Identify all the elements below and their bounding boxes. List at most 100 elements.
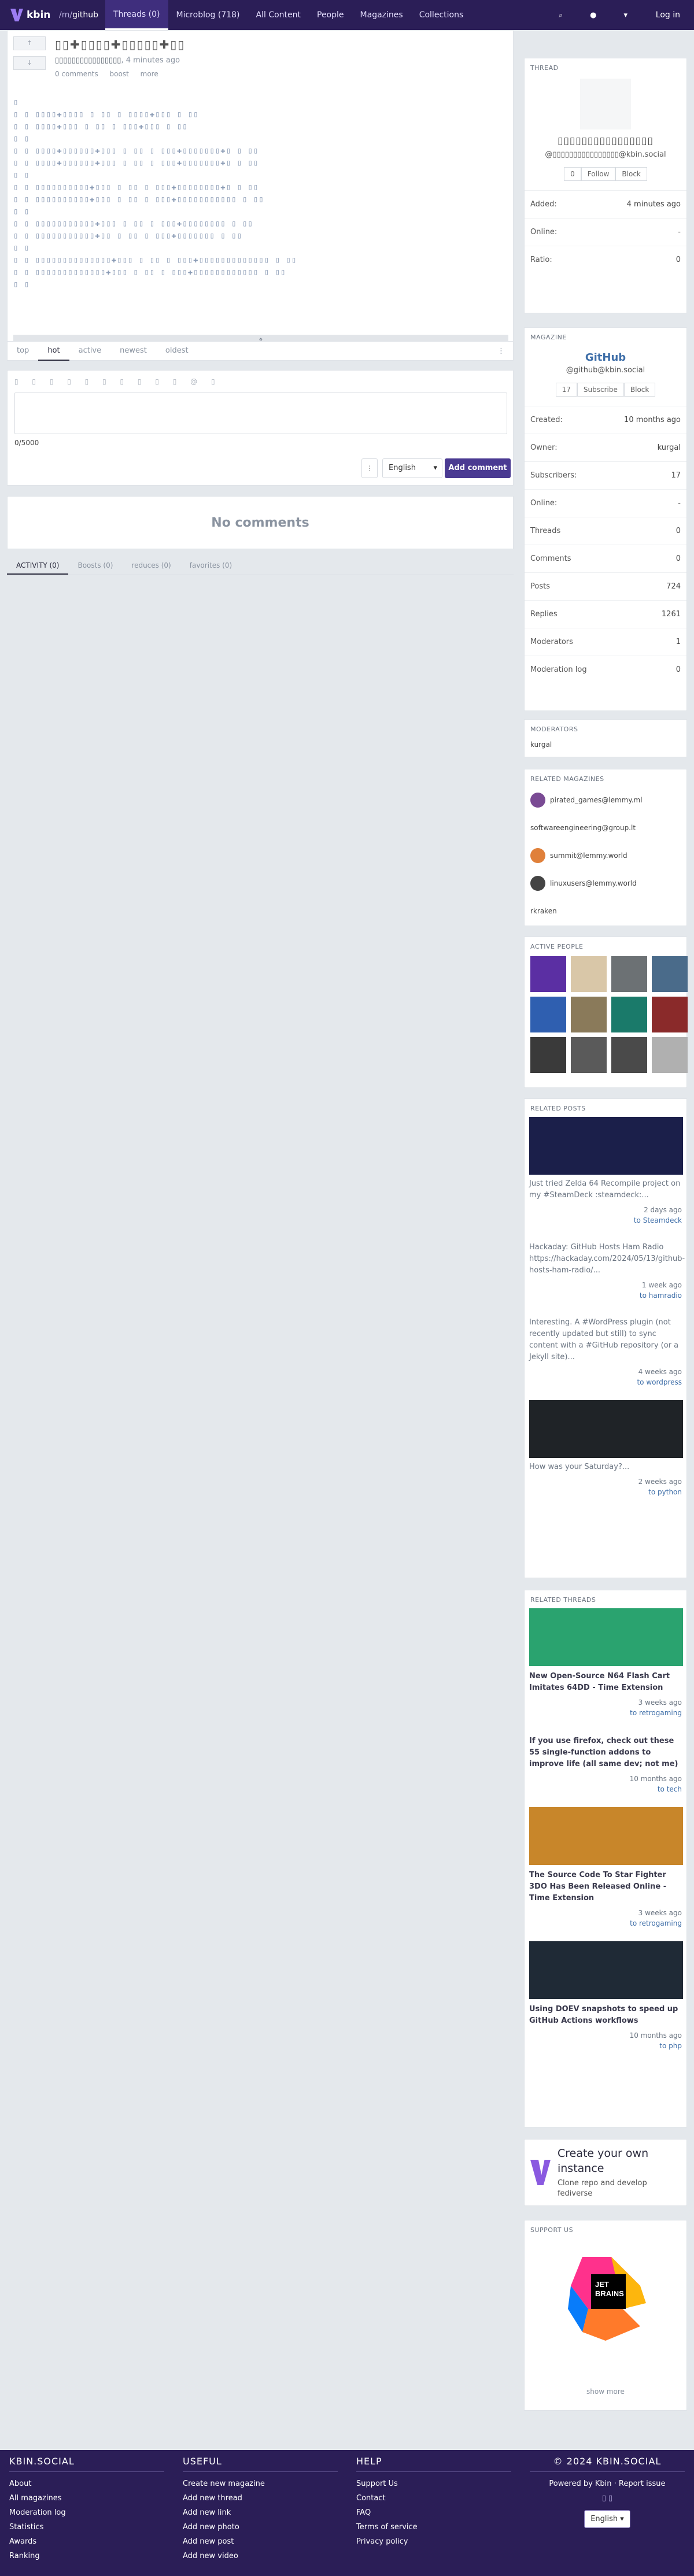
tab-reduces[interactable]: reduces (0): [122, 556, 180, 575]
more-link[interactable]: more: [141, 70, 158, 78]
tab-boosts[interactable]: Boosts (0): [68, 556, 122, 575]
thread-thumbnail[interactable]: [529, 1608, 683, 1666]
tab-collections[interactable]: Collections: [411, 0, 472, 30]
post-magazine-link[interactable]: to Steamdeck: [529, 1215, 682, 1226]
thread-magazine-link[interactable]: to retrogaming: [529, 1708, 682, 1718]
post-text[interactable]: Just tried Zelda 64 Recompile project on…: [525, 1175, 686, 1201]
language-select[interactable]: English ▾: [382, 458, 442, 478]
moderator-link[interactable]: kurgal: [525, 733, 686, 756]
post-magazine-link[interactable]: to wordpress: [529, 1377, 682, 1387]
footer-link[interactable]: Support Us: [356, 2477, 511, 2491]
sort-top[interactable]: top: [8, 341, 38, 361]
add-comment-button[interactable]: Add comment: [445, 458, 511, 478]
thread-magazine-link[interactable]: to retrogaming: [529, 1918, 682, 1929]
related-thread[interactable]: New Open-Source N64 Flash Cart Imitates …: [525, 1608, 686, 1718]
footer-link[interactable]: Ranking: [9, 2549, 164, 2563]
entry-author[interactable]: ▯▯▯▯▯▯▯▯▯▯▯▯▯▯▯▯: [55, 56, 121, 65]
footer-link[interactable]: Add new thread: [183, 2491, 338, 2505]
thread-magazine-link[interactable]: to tech: [529, 1784, 682, 1794]
settings-icon[interactable]: ●: [577, 11, 610, 20]
thread-title[interactable]: New Open-Source N64 Flash Cart Imitates …: [525, 1666, 686, 1694]
tab-activity[interactable]: ACTIVITY (0): [7, 556, 69, 575]
format-toolbar[interactable]: ▯ ▯ ▯ ▯ ▯ ▯ ▯ ▯ ▯ ▯ @ ▯: [14, 377, 221, 386]
thread-thumbnail[interactable]: [529, 1807, 683, 1865]
sort-oldest[interactable]: oldest: [156, 341, 198, 361]
footer-link[interactable]: Awards: [9, 2534, 164, 2549]
related-post[interactable]: Interesting. A #WordPress plugin (not re…: [525, 1313, 686, 1387]
thread-thumbnail[interactable]: [529, 1941, 683, 1999]
tab-microblog[interactable]: Microblog (718): [168, 0, 248, 30]
stat-value[interactable]: kurgal: [658, 443, 681, 452]
related-post[interactable]: Just tried Zelda 64 Recompile project on…: [525, 1117, 686, 1226]
footer-link[interactable]: Add new post: [183, 2534, 338, 2549]
avatar[interactable]: [652, 997, 688, 1032]
upvote-button[interactable]: ↑: [13, 36, 46, 50]
kbin-logo[interactable]: kbin: [10, 9, 56, 21]
related-thread[interactable]: Using DOEV snapshots to speed up GitHub …: [525, 1941, 686, 2051]
breadcrumb[interactable]: /m/github: [59, 10, 98, 20]
related-magazine-item[interactable]: linuxusers@lemmy.world: [525, 869, 686, 897]
related-post[interactable]: How was your Saturday?... 2 weeks ago to p…: [525, 1400, 686, 1497]
thread-magazine-link[interactable]: to php: [529, 2041, 682, 2051]
footer-link[interactable]: Statistics: [9, 2520, 164, 2534]
avatar[interactable]: [530, 1037, 566, 1073]
thread-title[interactable]: Using DOEV snapshots to speed up GitHub …: [525, 1999, 686, 2027]
thread-title[interactable]: The Source Code To Star Fighter 3DO Has …: [525, 1865, 686, 1904]
block-button[interactable]: Block: [615, 167, 647, 181]
footer-link[interactable]: Add new link: [183, 2505, 338, 2520]
avatar[interactable]: [571, 1037, 607, 1073]
downvote-button[interactable]: ↓: [13, 56, 46, 70]
related-thread[interactable]: The Source Code To Star Fighter 3DO Has …: [525, 1807, 686, 1929]
related-magazine-item[interactable]: pirated_games@lemmy.ml: [525, 786, 686, 814]
post-text[interactable]: Interesting. A #WordPress plugin (not re…: [525, 1313, 686, 1363]
post-magazine-link[interactable]: to python: [529, 1487, 682, 1497]
sort-active[interactable]: active: [69, 341, 111, 361]
avatar[interactable]: [571, 956, 607, 992]
footer-language-select[interactable]: English ▾: [584, 2510, 630, 2528]
avatar[interactable]: [530, 997, 566, 1032]
avatar[interactable]: [571, 997, 607, 1032]
avatar[interactable]: [652, 1037, 688, 1073]
related-magazine-item[interactable]: summit@lemmy.world: [525, 842, 686, 869]
post-magazine-link[interactable]: to hamradio: [529, 1290, 682, 1301]
footer-link[interactable]: About: [9, 2477, 164, 2491]
avatar[interactable]: [611, 1037, 647, 1073]
jetbrains-logo[interactable]: JET BRAINS: [525, 2234, 686, 2361]
create-instance-panel[interactable]: Create your own instance Clone repo and …: [524, 2139, 687, 2206]
boost-link[interactable]: boost: [110, 70, 129, 78]
tab-favorites[interactable]: favorites (0): [180, 556, 241, 575]
magazine-stat-row[interactable]: Owner: kurgal: [525, 434, 686, 461]
footer-link[interactable]: Add new video: [183, 2549, 338, 2563]
login-link[interactable]: Log in: [642, 10, 694, 20]
post-text[interactable]: How was your Saturday?...: [525, 1458, 686, 1473]
social-icons[interactable]: ▯ ▯: [530, 2491, 685, 2505]
related-magazine-item[interactable]: rkraken: [525, 897, 686, 925]
sort-newest[interactable]: newest: [110, 341, 156, 361]
footer-link[interactable]: Contact: [356, 2491, 511, 2505]
magazine-name[interactable]: GitHub: [525, 351, 686, 364]
avatar[interactable]: [652, 956, 688, 992]
menu-icon[interactable]: ▾: [610, 11, 642, 20]
magazine-block-button[interactable]: Block: [623, 383, 656, 397]
search-icon[interactable]: ⌕: [545, 11, 577, 20]
related-magazine-item[interactable]: softwareengineering@group.lt: [525, 814, 686, 842]
avatar[interactable]: [530, 956, 566, 992]
sort-more-icon[interactable]: ⋮: [497, 347, 505, 356]
entry-title[interactable]: ▯▯✚▯▯▯▯✚▯▯▯▯▯✚▯▯: [55, 38, 185, 51]
footer-link[interactable]: Add new photo: [183, 2520, 338, 2534]
related-thread[interactable]: If you use firefox, check out these 55 s…: [525, 1731, 686, 1794]
subscribe-button[interactable]: Subscribe: [577, 383, 624, 397]
related-post[interactable]: Hackaday: GitHub Hosts Ham Radio https:/…: [525, 1238, 686, 1301]
powered-by[interactable]: Powered by Kbin · Report issue: [530, 2477, 685, 2491]
tab-magazines[interactable]: Magazines: [352, 0, 411, 30]
thread-author-name[interactable]: ▯▯▯▯▯▯▯▯▯▯▯▯▯▯▯▯: [525, 135, 686, 147]
follow-button[interactable]: Follow: [581, 167, 616, 181]
sort-hot[interactable]: hot: [38, 341, 69, 361]
footer-link[interactable]: Create new magazine: [183, 2477, 338, 2491]
tab-all-content[interactable]: All Content: [248, 0, 309, 30]
post-thumbnail[interactable]: [529, 1117, 683, 1175]
post-text[interactable]: Hackaday: GitHub Hosts Ham Radio https:/…: [525, 1238, 686, 1276]
post-thumbnail[interactable]: [529, 1400, 683, 1458]
tab-people[interactable]: People: [309, 0, 352, 30]
avatar[interactable]: [611, 956, 647, 992]
